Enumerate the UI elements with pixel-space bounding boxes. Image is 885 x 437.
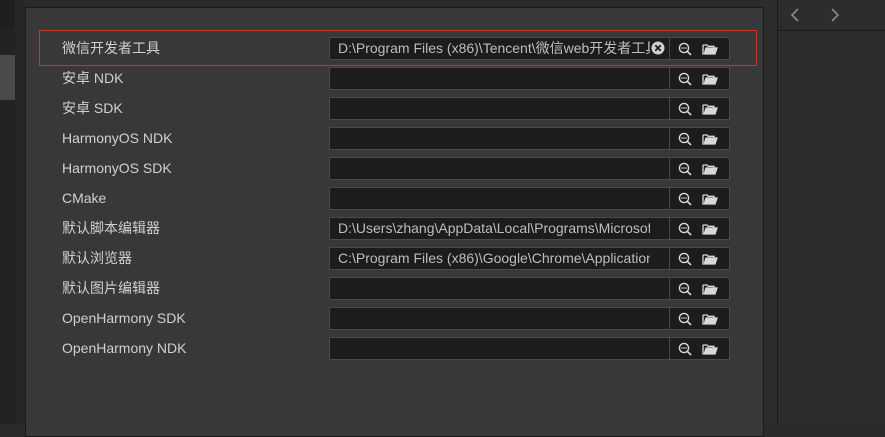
setting-label: OpenHarmony NDK bbox=[62, 340, 187, 356]
path-value[interactable] bbox=[338, 278, 650, 299]
path-input[interactable] bbox=[329, 277, 670, 300]
path-value[interactable] bbox=[338, 308, 650, 329]
setting-row: HarmonyOS SDK bbox=[26, 153, 765, 183]
row-actions bbox=[670, 97, 730, 120]
path-value[interactable] bbox=[338, 338, 650, 359]
chevron-right-icon bbox=[831, 8, 840, 22]
search-icon[interactable] bbox=[676, 70, 694, 88]
setting-label: 默认脚本编辑器 bbox=[62, 220, 160, 236]
setting-row: 安卓 NDK bbox=[26, 63, 765, 93]
search-icon[interactable] bbox=[676, 190, 694, 208]
chevron-left-icon bbox=[790, 8, 799, 22]
path-input[interactable]: D:\Users\zhang\AppData\Local\Programs\Mi… bbox=[329, 217, 670, 240]
setting-row: OpenHarmony SDK bbox=[26, 303, 765, 333]
left-sidebar-top bbox=[0, 0, 15, 27]
search-icon[interactable] bbox=[676, 40, 694, 58]
row-actions bbox=[670, 337, 730, 360]
row-actions bbox=[670, 37, 730, 60]
folder-open-icon[interactable] bbox=[701, 40, 719, 58]
setting-label: OpenHarmony SDK bbox=[62, 310, 186, 326]
setting-row: 安卓 SDK bbox=[26, 93, 765, 123]
setting-label: 默认图片编辑器 bbox=[62, 280, 160, 296]
row-actions bbox=[670, 277, 730, 300]
setting-row: HarmonyOS NDK bbox=[26, 123, 765, 153]
back-button[interactable] bbox=[784, 3, 808, 27]
right-column bbox=[764, 0, 885, 424]
path-input[interactable] bbox=[329, 67, 670, 90]
path-input[interactable] bbox=[329, 97, 670, 120]
path-value[interactable] bbox=[338, 128, 650, 149]
folder-open-icon[interactable] bbox=[701, 190, 719, 208]
setting-row: CMake bbox=[26, 183, 765, 213]
setting-row: 默认浏览器 C:\Program Files (x86)\Google\Chrom… bbox=[26, 243, 765, 273]
path-input[interactable] bbox=[329, 307, 670, 330]
search-icon[interactable] bbox=[676, 100, 694, 118]
setting-row: 默认脚本编辑器 D:\Users\zhang\AppData\Local\Prog… bbox=[26, 213, 765, 243]
search-icon[interactable] bbox=[676, 130, 694, 148]
setting-label: HarmonyOS SDK bbox=[62, 160, 172, 176]
path-value[interactable] bbox=[338, 98, 650, 119]
folder-open-icon[interactable] bbox=[701, 160, 719, 178]
path-value[interactable] bbox=[338, 68, 650, 89]
folder-open-icon[interactable] bbox=[701, 130, 719, 148]
path-input[interactable]: C:\Program Files (x86)\Google\Chrome\App… bbox=[329, 247, 670, 270]
row-actions bbox=[670, 187, 730, 210]
row-actions bbox=[670, 157, 730, 180]
search-icon[interactable] bbox=[676, 340, 694, 358]
path-value[interactable]: D:\Users\zhang\AppData\Local\Programs\Mi… bbox=[338, 218, 650, 239]
folder-open-icon[interactable] bbox=[701, 280, 719, 298]
right-divider bbox=[777, 0, 778, 424]
left-sidebar-selected-item[interactable] bbox=[0, 55, 15, 100]
external-tools-panel: 微信开发者工具 D:\Program Files (x86)\Tencent\微信… bbox=[25, 7, 764, 437]
folder-open-icon[interactable] bbox=[701, 220, 719, 238]
setting-label: 微信开发者工具 bbox=[62, 40, 160, 56]
path-value[interactable] bbox=[338, 158, 650, 179]
row-actions bbox=[670, 217, 730, 240]
folder-open-icon[interactable] bbox=[701, 70, 719, 88]
search-icon[interactable] bbox=[676, 160, 694, 178]
path-value[interactable]: C:\Program Files (x86)\Google\Chrome\App… bbox=[338, 248, 650, 269]
left-sidebar bbox=[0, 0, 15, 424]
row-actions bbox=[670, 127, 730, 150]
setting-label: 默认浏览器 bbox=[62, 250, 132, 266]
setting-label: CMake bbox=[62, 190, 107, 206]
folder-open-icon[interactable] bbox=[701, 340, 719, 358]
setting-row: 微信开发者工具 D:\Program Files (x86)\Tencent\微信… bbox=[26, 33, 765, 63]
path-input[interactable] bbox=[329, 337, 670, 360]
path-value[interactable]: D:\Program Files (x86)\Tencent\微信web开发者工… bbox=[338, 38, 650, 59]
setting-label: HarmonyOS NDK bbox=[62, 130, 173, 146]
setting-label: 安卓 SDK bbox=[62, 100, 123, 116]
search-icon[interactable] bbox=[676, 250, 694, 268]
gutter bbox=[15, 0, 25, 424]
setting-label: 安卓 NDK bbox=[62, 70, 124, 86]
search-icon[interactable] bbox=[676, 220, 694, 238]
row-actions bbox=[670, 247, 730, 270]
path-input[interactable] bbox=[329, 187, 670, 210]
row-actions bbox=[670, 67, 730, 90]
clear-icon[interactable] bbox=[651, 41, 665, 55]
forward-button[interactable] bbox=[822, 3, 846, 27]
row-actions bbox=[670, 307, 730, 330]
path-input[interactable] bbox=[329, 157, 670, 180]
folder-open-icon[interactable] bbox=[701, 250, 719, 268]
history-nav bbox=[778, 0, 885, 31]
folder-open-icon[interactable] bbox=[701, 100, 719, 118]
search-icon[interactable] bbox=[676, 310, 694, 328]
setting-row: OpenHarmony NDK bbox=[26, 333, 765, 363]
path-value[interactable] bbox=[338, 188, 650, 209]
setting-row: 默认图片编辑器 bbox=[26, 273, 765, 303]
folder-open-icon[interactable] bbox=[701, 310, 719, 328]
path-input[interactable]: D:\Program Files (x86)\Tencent\微信web开发者工… bbox=[329, 37, 670, 60]
path-input[interactable] bbox=[329, 127, 670, 150]
search-icon[interactable] bbox=[676, 280, 694, 298]
